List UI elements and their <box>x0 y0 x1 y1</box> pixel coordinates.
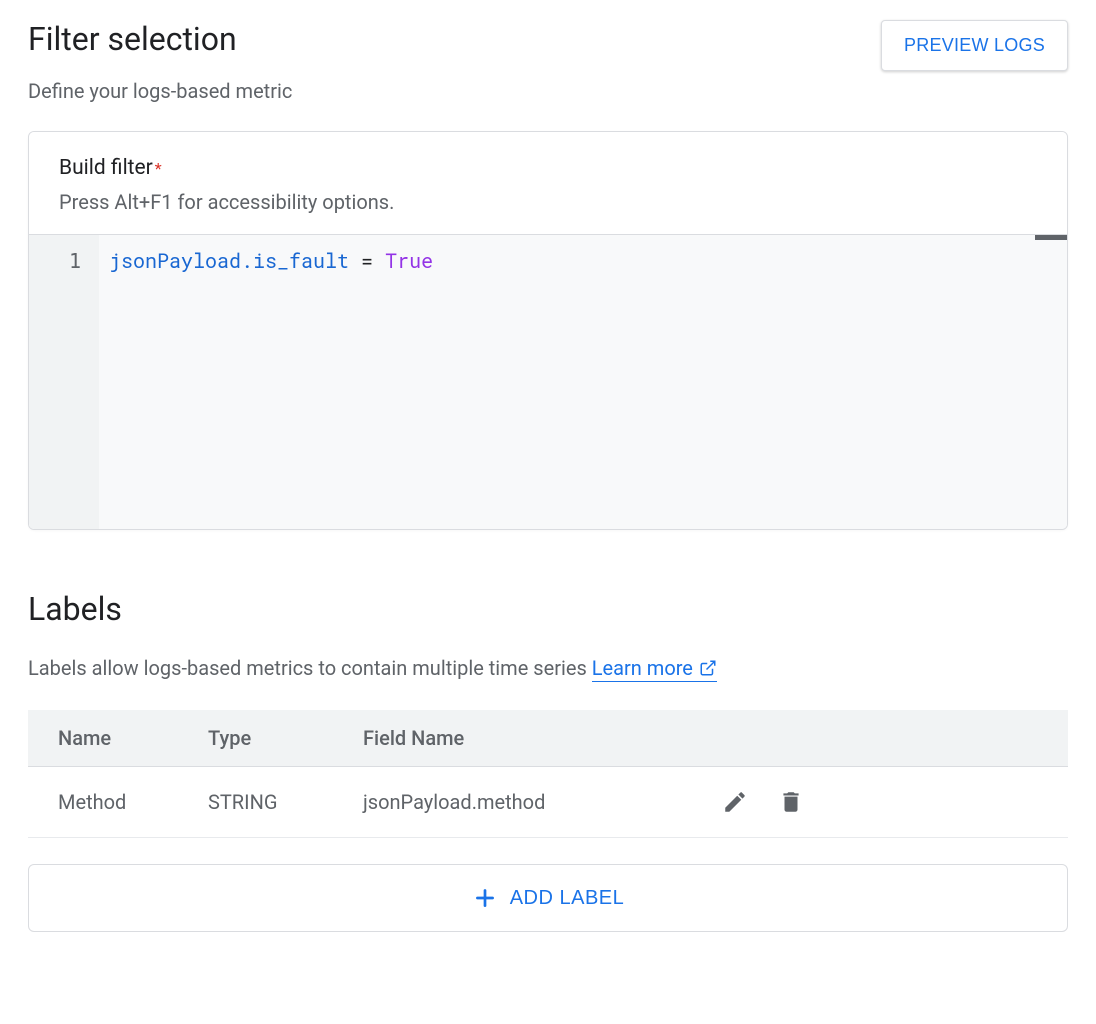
learn-more-link[interactable]: Learn more <box>592 656 717 682</box>
trash-icon <box>778 789 804 815</box>
labels-section-title: Labels <box>28 590 1068 628</box>
scroll-indicator <box>1035 235 1067 240</box>
labels-description: Labels allow logs-based metrics to conta… <box>28 656 1068 682</box>
edit-label-button[interactable] <box>718 785 752 819</box>
accessibility-hint: Press Alt+F1 for accessibility options. <box>59 190 1037 214</box>
labels-description-text: Labels allow logs-based metrics to conta… <box>28 656 592 680</box>
token-value: True <box>385 248 433 274</box>
filter-section-subheading: Define your logs-based metric <box>28 79 1068 103</box>
table-row: Method STRING jsonPayload.method <box>28 767 1068 838</box>
col-header-name: Name <box>28 710 178 767</box>
cell-type: STRING <box>178 767 333 838</box>
col-header-type: Type <box>178 710 333 767</box>
col-header-actions <box>688 710 1068 767</box>
add-label-text: ADD LABEL <box>510 887 625 910</box>
filter-code-editor[interactable]: 1 jsonPayload.is_fault = True <box>29 234 1067 529</box>
line-number: 1 <box>29 245 81 277</box>
build-filter-label: Build filter <box>59 156 153 180</box>
required-indicator: * <box>155 159 162 178</box>
add-label-button[interactable]: ADD LABEL <box>28 864 1068 932</box>
preview-logs-button[interactable]: PREVIEW LOGS <box>881 20 1068 71</box>
delete-label-button[interactable] <box>774 785 808 819</box>
cell-name: Method <box>28 767 178 838</box>
editor-gutter: 1 <box>29 235 99 529</box>
token-field: jsonPayload.is_fault <box>109 248 349 274</box>
external-link-icon <box>699 659 717 677</box>
learn-more-text: Learn more <box>592 656 693 680</box>
col-header-field-name: Field Name <box>333 710 688 767</box>
filter-section-title: Filter selection <box>28 20 237 58</box>
labels-table: Name Type Field Name Method STRING jsonP… <box>28 710 1068 838</box>
cell-field-name: jsonPayload.method <box>333 767 688 838</box>
editor-content[interactable]: jsonPayload.is_fault = True <box>99 235 1067 529</box>
build-filter-card: Build filter* Press Alt+F1 for accessibi… <box>28 131 1068 530</box>
token-operator: = <box>349 248 385 274</box>
plus-icon <box>472 885 498 911</box>
pencil-icon <box>722 789 748 815</box>
